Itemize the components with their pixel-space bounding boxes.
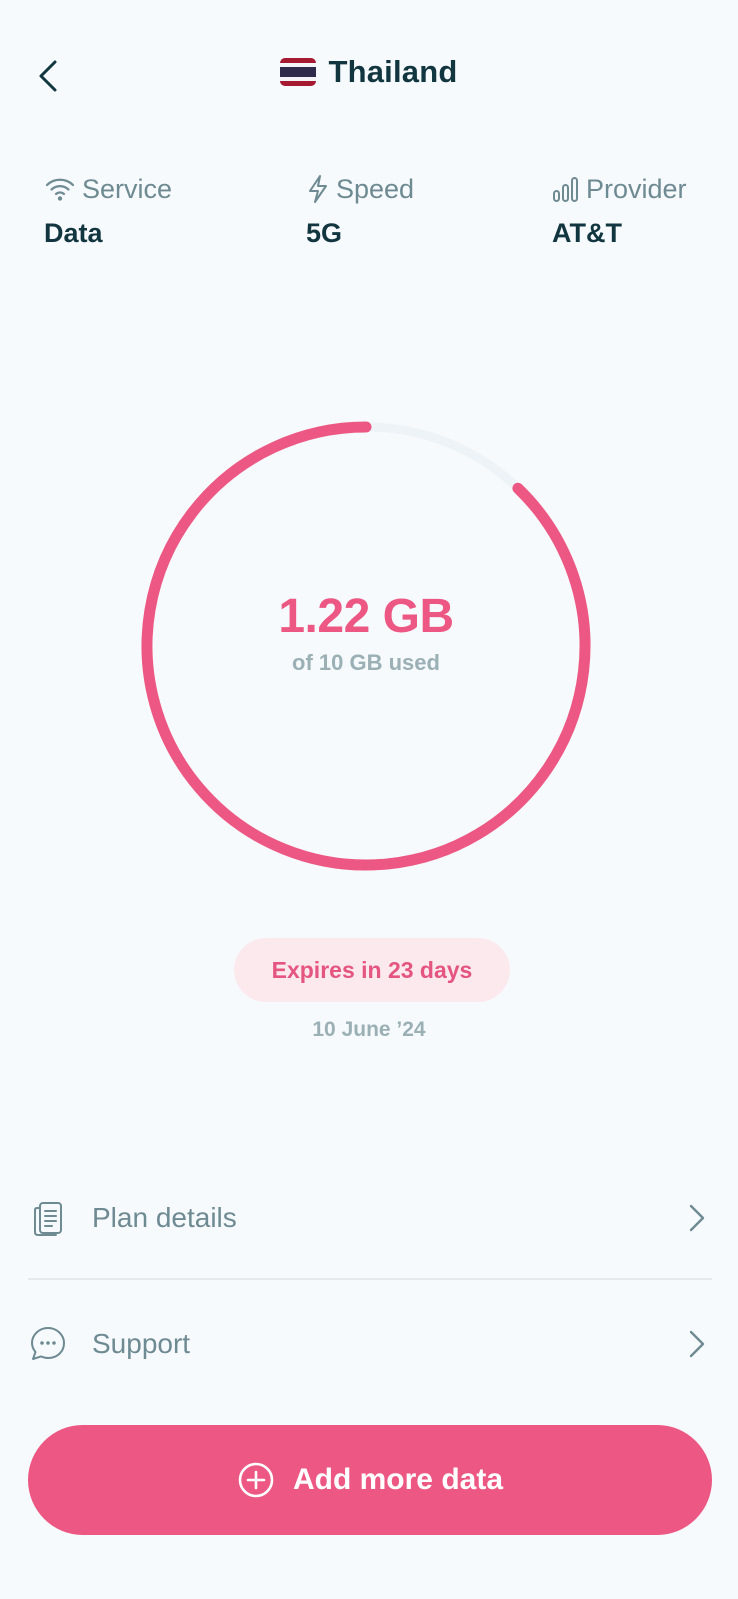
support-label: Support [92,1328,191,1359]
info-service: Service Data [44,172,172,249]
menu-divider [28,1278,712,1280]
plan-details-label: Plan details [92,1202,237,1233]
wifi-icon [45,178,75,201]
plan-details-row[interactable]: Plan details [28,1173,712,1263]
page-title: Thailand [328,54,458,89]
info-provider-label: Provider [586,173,687,204]
info-provider-value: AT&T [552,218,622,248]
add-more-data-button[interactable]: Add more data [28,1425,712,1535]
info-provider: Provider AT&T [552,172,687,249]
title-group: Thailand [0,54,738,90]
plan-info-row: Service Data Speed 5G Provider AT&T [44,172,704,262]
chevron-right-icon [689,1204,705,1232]
info-speed-value: 5G [306,218,343,248]
support-row[interactable]: Support [28,1299,712,1389]
usage-gauge: 1.22 GB of 10 GB used [140,420,592,872]
esim-detail-screen: Thailand Service Data Speed 5G Provider … [0,0,738,1599]
thailand-flag-icon [280,58,317,86]
usage-total-label: of 10 GB used [292,649,440,675]
usage-summary: 1.22 GB of 10 GB used [140,420,592,872]
expiry-badge: Expires in 23 days [234,938,510,1002]
chevron-right-icon [689,1330,705,1358]
info-speed: Speed 5G [306,172,414,249]
usage-used-value: 1.22 GB [278,589,454,643]
info-speed-label: Speed [336,173,415,204]
lightning-icon [309,175,327,203]
document-icon [34,1202,62,1236]
info-service-label: Service [82,173,173,204]
expiry-date: 10 June ’24 [312,1018,426,1041]
signal-bars-icon [553,177,578,202]
plus-circle-icon [238,1462,274,1498]
header: Thailand [0,40,738,110]
info-service-value: Data [44,218,103,248]
add-more-data-label: Add more data [292,1463,504,1496]
chat-bubble-icon [31,1327,65,1360]
